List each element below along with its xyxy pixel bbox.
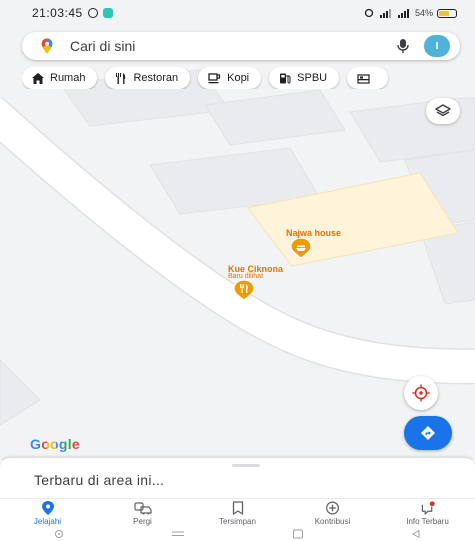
nav-label: Tersimpan <box>219 517 256 526</box>
home-pin-icon <box>290 237 312 259</box>
restaurant-icon <box>116 72 126 84</box>
chip-restaurant[interactable]: Restoran <box>105 67 191 89</box>
nav-updates[interactable]: Info Terbaru <box>383 499 473 526</box>
nav-label: Kontribusi <box>314 517 351 526</box>
commute-icon <box>133 502 152 515</box>
nav-contribute[interactable]: Kontribusi <box>288 499 378 526</box>
poi-sublabel-recently-viewed: Baru dilihat <box>228 273 264 280</box>
layers-icon <box>435 104 451 117</box>
chip-label: Kopi <box>227 72 250 84</box>
status-right: 54% <box>363 8 457 18</box>
search-bar[interactable]: Cari di sini I <box>22 32 460 60</box>
poi-label-najwa-house[interactable]: Najwa house <box>286 228 341 238</box>
bookmark-icon <box>232 501 243 515</box>
bottom-sheet[interactable]: Terbaru di area ini... <box>0 458 475 498</box>
account-avatar[interactable]: I <box>424 35 450 57</box>
chip-label: SPBU <box>297 72 328 84</box>
chip-home[interactable]: Rumah <box>22 67 98 89</box>
notification-icon <box>87 8 98 18</box>
poi-pin-kue-ciknona[interactable] <box>233 279 255 305</box>
add-circle-icon <box>326 501 339 515</box>
updates-icon <box>421 501 435 515</box>
directions-button[interactable] <box>404 416 452 450</box>
avatar-initial: I <box>435 40 439 52</box>
chip-label: Rumah <box>50 72 86 84</box>
gas-station-icon <box>280 73 291 84</box>
maps-logo-icon <box>41 38 53 54</box>
my-location-button[interactable] <box>404 376 438 410</box>
system-home-icon[interactable] <box>292 529 304 539</box>
restaurant-pin-icon <box>233 279 255 301</box>
signal-icon-2 <box>397 8 409 18</box>
battery-percent: 54% <box>414 8 433 18</box>
alarm-icon <box>364 8 374 18</box>
nav-go[interactable]: Pergi <box>98 499 188 526</box>
system-assist-icon[interactable] <box>54 529 64 539</box>
nav-label: Info Terbaru <box>406 517 449 526</box>
nav-label: Pergi <box>133 517 152 526</box>
hotel-icon <box>357 73 370 84</box>
poi-pin-najwa-house[interactable] <box>290 237 312 263</box>
nav-saved[interactable]: Tersimpan <box>193 499 283 526</box>
signal-icon <box>379 8 391 18</box>
explore-pin-icon <box>41 501 54 515</box>
google-logo-text: Google <box>30 436 81 452</box>
layers-button[interactable] <box>426 98 460 124</box>
battery-icon <box>437 8 457 18</box>
nav-explore[interactable]: Jelajahi <box>3 499 93 526</box>
system-menu-icon[interactable] <box>171 530 185 538</box>
system-back-icon[interactable] <box>411 529 421 539</box>
nav-label: Jelajahi <box>33 517 62 526</box>
search-input[interactable]: Cari di sini <box>70 38 396 54</box>
chip-gas-station[interactable]: SPBU <box>269 67 340 89</box>
system-navigation-bar <box>0 526 475 541</box>
sheet-title: Terbaru di area ini... <box>34 472 165 488</box>
chip-coffee[interactable]: Kopi <box>198 67 262 89</box>
sheet-drag-handle[interactable] <box>232 464 260 467</box>
app-notification-icon <box>102 8 113 18</box>
chip-hotel[interactable] <box>347 67 389 89</box>
home-icon <box>32 72 44 84</box>
status-bar: 21:03:45 54% <box>0 0 475 26</box>
bottom-navigation: Jelajahi Pergi Tersimpan Kontribusi Info… <box>0 498 475 526</box>
category-chips: Rumah Restoran Kopi SPBU <box>22 67 475 89</box>
google-logo: Google <box>30 436 80 452</box>
microphone-icon[interactable] <box>396 38 410 54</box>
chip-label: Restoran <box>133 72 179 84</box>
crosshair-icon <box>412 384 430 402</box>
status-left: 21:03:45 <box>32 6 113 20</box>
directions-icon <box>421 426 435 440</box>
status-time: 21:03:45 <box>32 6 83 20</box>
coffee-icon <box>208 72 221 83</box>
